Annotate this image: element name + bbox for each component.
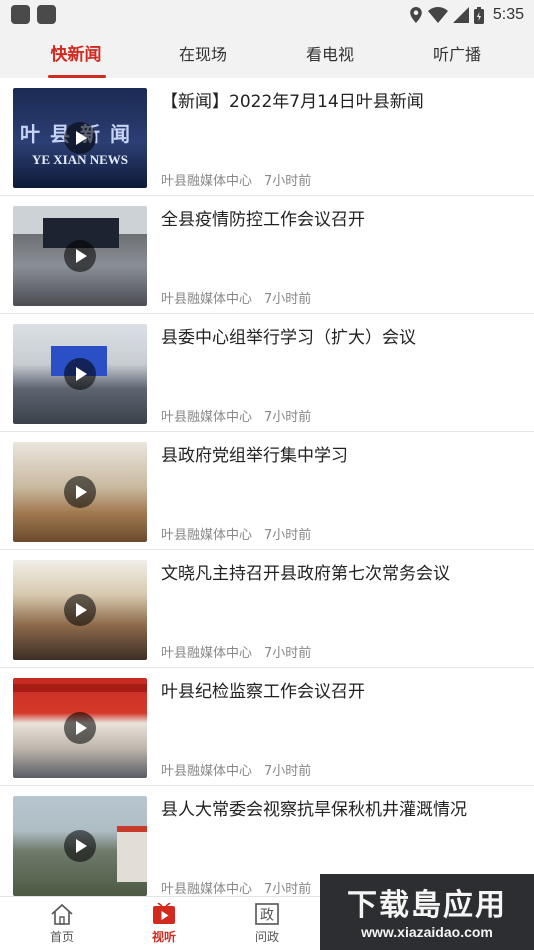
nav-label: 首页 — [49, 930, 74, 944]
tab-label: 看电视 — [305, 45, 354, 64]
app-notification-icon — [37, 5, 56, 24]
news-title: 【新闻】2022年7月14日叶县新闻 — [161, 92, 424, 112]
nav-label: 问政 — [254, 930, 279, 944]
news-title: 县人大常委会视察抗旱保秋机井灌溉情况 — [161, 800, 467, 820]
video-icon — [153, 903, 175, 924]
video-thumbnail[interactable]: 叶县新闻 YE XIAN NEWS — [13, 88, 147, 188]
news-time: 7小时前 — [264, 410, 312, 425]
news-title: 文晓凡主持召开县政府第七次常务会议 — [161, 564, 450, 584]
news-source: 叶县融媒体中心 — [161, 292, 253, 307]
news-meta: 叶县融媒体中心 7小时前 — [161, 524, 311, 543]
play-icon[interactable] — [64, 122, 96, 154]
news-source: 叶县融媒体中心 — [161, 646, 253, 661]
news-source: 叶县融媒体中心 — [161, 764, 253, 779]
video-thumbnail[interactable] — [13, 560, 147, 660]
play-icon[interactable] — [64, 712, 96, 744]
news-item[interactable]: 县委中心组举行学习（扩大）会议 叶县融媒体中心 7小时前 — [0, 314, 534, 432]
news-item[interactable]: 叶县纪检监察工作会议召开 叶县融媒体中心 7小时前 — [0, 668, 534, 786]
thumbnail-title-en: YE XIAN NEWS — [31, 152, 129, 167]
news-title: 全县疫情防控工作会议召开 — [161, 210, 365, 230]
video-thumbnail[interactable] — [13, 442, 147, 542]
battery-icon — [473, 6, 484, 24]
tab-zai-xianchang[interactable]: 在现场 — [148, 30, 258, 78]
news-meta: 叶县融媒体中心 7小时前 — [161, 170, 311, 189]
news-time: 7小时前 — [264, 528, 312, 543]
signal-icon — [452, 7, 469, 23]
status-icons: 5:35 — [409, 3, 524, 27]
home-icon — [51, 903, 73, 925]
news-title: 叶县纪检监察工作会议召开 — [161, 682, 365, 702]
news-source: 叶县融媒体中心 — [161, 174, 253, 189]
app-notification-icon — [11, 5, 30, 24]
nav-politics[interactable]: 政 问政 — [217, 897, 317, 950]
status-bar: 5:35 — [0, 0, 534, 30]
svg-text:政: 政 — [260, 908, 274, 924]
news-time: 7小时前 — [264, 292, 312, 307]
politics-icon: 政 — [255, 903, 279, 925]
news-meta: 叶县融媒体中心 7小时前 — [161, 642, 311, 661]
play-icon[interactable] — [64, 358, 96, 390]
news-meta: 叶县融媒体中心 7小时前 — [161, 878, 311, 896]
news-source: 叶县融媒体中心 — [161, 882, 253, 896]
news-item[interactable]: 叶县新闻 YE XIAN NEWS 【新闻】2022年7月14日叶县新闻 叶县融… — [0, 78, 534, 196]
play-icon[interactable] — [64, 240, 96, 272]
video-thumbnail[interactable] — [13, 796, 147, 896]
nav-video[interactable]: 视听 — [114, 897, 214, 950]
status-time: 5:35 — [492, 6, 524, 23]
news-meta: 叶县融媒体中心 7小时前 — [161, 760, 311, 779]
video-thumbnail[interactable] — [13, 324, 147, 424]
tab-kan-dianshi[interactable]: 看电视 — [275, 30, 385, 78]
play-icon[interactable] — [64, 476, 96, 508]
wifi-icon — [427, 7, 448, 23]
video-thumbnail[interactable] — [13, 206, 147, 306]
news-list: 叶县新闻 YE XIAN NEWS 【新闻】2022年7月14日叶县新闻 叶县融… — [0, 78, 534, 896]
tab-label: 在现场 — [178, 45, 227, 64]
news-item[interactable]: 全县疫情防控工作会议召开 叶县融媒体中心 7小时前 — [0, 196, 534, 314]
news-source: 叶县融媒体中心 — [161, 410, 253, 425]
nav-label: 视听 — [151, 930, 176, 944]
watermark-main-text: 下载島应用 — [347, 888, 507, 923]
news-title: 县政府党组举行集中学习 — [161, 446, 348, 466]
news-item[interactable]: 文晓凡主持召开县政府第七次常务会议 叶县融媒体中心 7小时前 — [0, 550, 534, 668]
watermark-logo: 下载島应用 www.xiazaidao.com — [320, 874, 534, 950]
news-title: 县委中心组举行学习（扩大）会议 — [161, 328, 416, 348]
news-meta: 叶县融媒体中心 7小时前 — [161, 406, 311, 425]
watermark-url: www.xiazaidao.com — [361, 924, 493, 940]
news-time: 7小时前 — [264, 646, 312, 661]
news-time: 7小时前 — [264, 882, 312, 896]
thumbnail-building — [117, 832, 147, 882]
play-icon[interactable] — [64, 830, 96, 862]
location-icon — [410, 7, 422, 23]
video-thumbnail[interactable] — [13, 678, 147, 778]
tab-ting-guangbo[interactable]: 听广播 — [402, 30, 512, 78]
news-time: 7小时前 — [264, 174, 312, 189]
news-meta: 叶县融媒体中心 7小时前 — [161, 288, 311, 307]
nav-home[interactable]: 首页 — [12, 897, 112, 950]
play-icon[interactable] — [64, 594, 96, 626]
news-item[interactable]: 县政府党组举行集中学习 叶县融媒体中心 7小时前 — [0, 432, 534, 550]
channel-tabs: 快新闻 在现场 看电视 听广播 — [0, 30, 534, 78]
tab-label: 听广播 — [432, 45, 481, 64]
news-time: 7小时前 — [264, 764, 312, 779]
tab-kuai-xinwen[interactable]: 快新闻 — [21, 30, 131, 78]
news-source: 叶县融媒体中心 — [161, 528, 253, 543]
tab-label: 快新闻 — [50, 45, 102, 65]
thumbnail-banner — [13, 684, 147, 692]
